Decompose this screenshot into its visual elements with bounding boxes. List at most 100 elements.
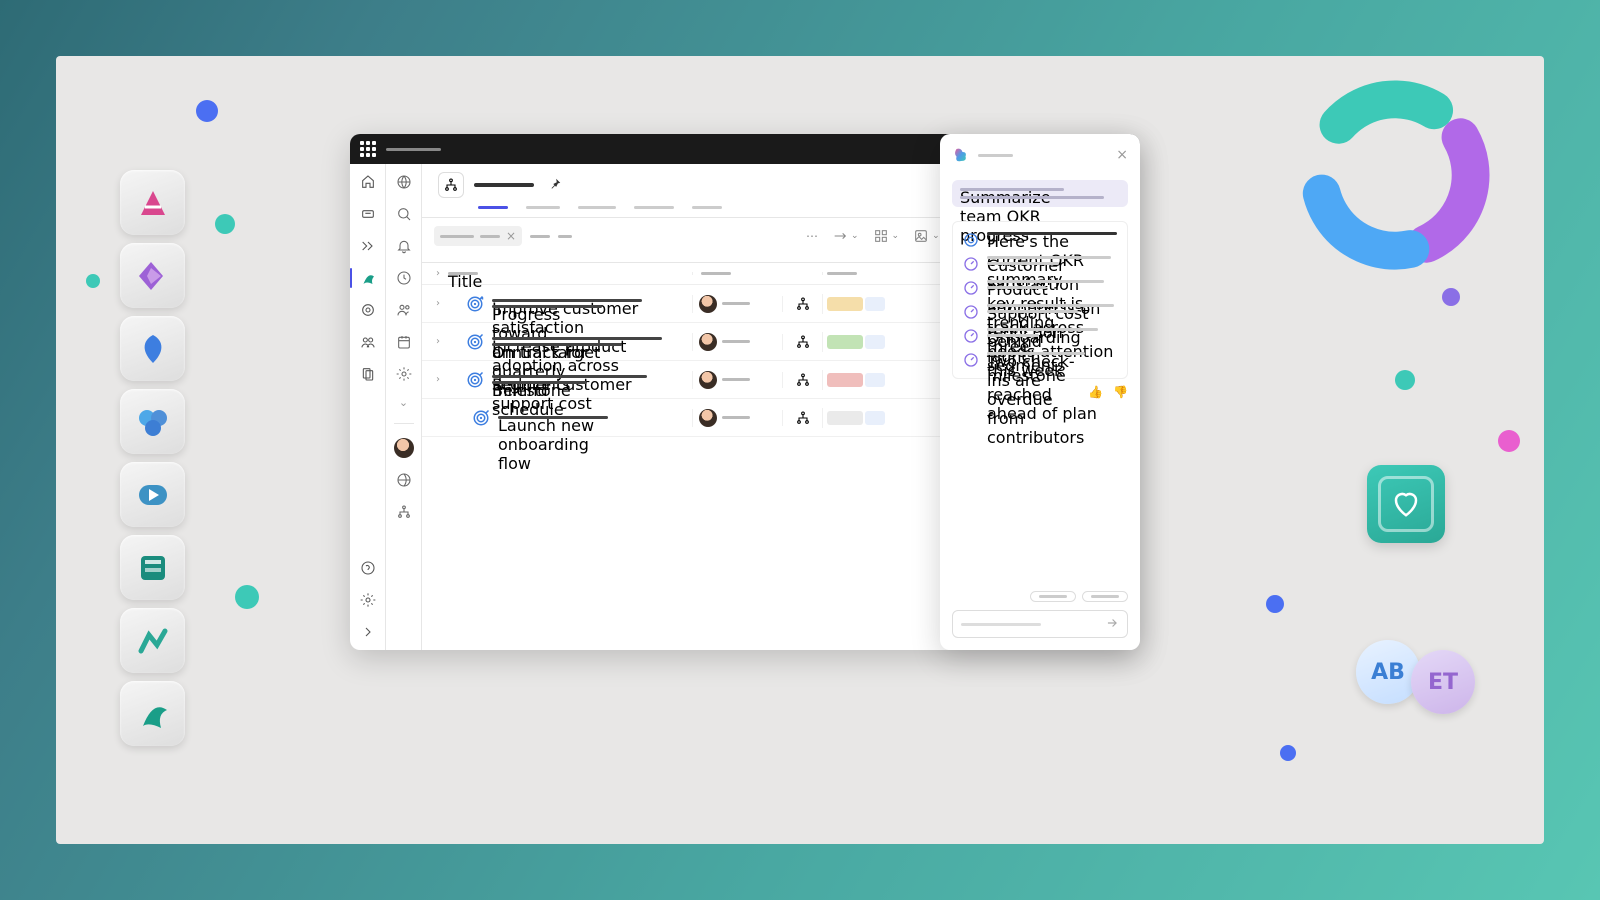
row-detail: On track for quarterly milestone [492, 343, 622, 346]
deco-dot [235, 585, 259, 609]
col-header-owner[interactable] [701, 272, 731, 275]
owner-avatar[interactable] [699, 333, 717, 351]
hierarchy-icon[interactable] [795, 372, 811, 388]
status-green[interactable] [827, 335, 863, 349]
owner-name [722, 302, 750, 305]
row-detail: Progress toward annual target [492, 305, 602, 308]
tab-updates[interactable] [526, 206, 560, 209]
gauge-icon [963, 328, 979, 344]
copilot-logo-icon [952, 146, 970, 164]
toolbar-label [558, 235, 572, 238]
hierarchy-icon[interactable] [795, 410, 811, 426]
secnav-calendar[interactable] [394, 332, 414, 352]
col-header-title[interactable]: Title [448, 272, 478, 275]
row-title: Increase product adoption across segment… [492, 337, 662, 340]
deco-dot [86, 274, 100, 288]
primary-nav [350, 164, 386, 650]
dock-app-access[interactable] [120, 170, 185, 235]
copilot-input[interactable] [952, 610, 1128, 638]
status-gray[interactable] [827, 411, 863, 425]
secnav-settings[interactable] [394, 364, 414, 384]
hierarchy-icon[interactable] [795, 334, 811, 350]
gauge-icon [963, 352, 979, 368]
status-yellow[interactable] [827, 297, 863, 311]
app-dock [120, 170, 186, 746]
tab-projects[interactable] [578, 206, 616, 209]
deco-dot [1498, 430, 1520, 452]
secnav-search[interactable] [394, 204, 414, 224]
dock-app-lists[interactable] [120, 535, 185, 600]
copilot-title: Copilot [978, 154, 1013, 157]
chevron-right-icon[interactable]: › [436, 298, 440, 309]
deco-dot [215, 214, 235, 234]
copilot-response-heading: Here's the current OKR summary [987, 232, 1117, 235]
tool-grid-icon[interactable]: ⌄ [873, 228, 900, 244]
dock-app-planner[interactable] [120, 608, 185, 673]
close-icon[interactable]: × [1116, 147, 1128, 163]
nav-goals[interactable] [358, 236, 378, 256]
copilot-suggestion-chip[interactable]: Explain [1030, 591, 1076, 602]
row-detail: Behind schedule [492, 381, 587, 384]
expand-all-icon[interactable]: › [436, 268, 440, 279]
secnav-activity[interactable] [394, 268, 414, 288]
nav-home[interactable] [358, 172, 378, 192]
nav-feed[interactable] [358, 204, 378, 224]
owner-avatar[interactable] [699, 295, 717, 313]
copilot-feedback: 👍 👎 [952, 385, 1128, 399]
nav-expand[interactable] [358, 622, 378, 642]
tool-more-icon[interactable]: ⋯ [806, 229, 818, 243]
nav-pulse[interactable] [358, 268, 378, 288]
thumbs-up-icon[interactable]: 👍 [1088, 385, 1103, 399]
secnav-avatar[interactable] [394, 438, 414, 458]
dock-app-vivagoals[interactable] [120, 681, 185, 746]
copilot-response-card: Here's the current OKR summary Customer … [952, 221, 1128, 379]
row-title: Improve customer satisfaction [492, 299, 642, 302]
dock-app-powerapps[interactable] [120, 243, 185, 308]
tool-expand-icon[interactable]: ⌄ [832, 228, 859, 244]
avatar-badge-ab: AB [1356, 640, 1420, 704]
chevron-right-icon[interactable]: › [436, 374, 440, 385]
status-red[interactable] [827, 373, 863, 387]
owner-name [722, 378, 750, 381]
dock-app-vivainsights[interactable] [120, 389, 185, 454]
dock-app-vivaengage[interactable] [120, 316, 185, 381]
filter-chip[interactable]: × [434, 226, 522, 246]
nav-files[interactable] [358, 364, 378, 384]
filter-remove-icon[interactable]: × [506, 229, 516, 243]
secnav-notifications[interactable] [394, 236, 414, 256]
thumbs-down-icon[interactable]: 👎 [1113, 385, 1128, 399]
chevron-right-icon[interactable]: › [436, 336, 440, 347]
secnav-org[interactable] [394, 172, 414, 192]
copilot-suggestion-chip[interactable]: Draft [1082, 591, 1128, 602]
owner-name [722, 340, 750, 343]
secnav-hierarchy[interactable] [394, 502, 414, 522]
deco-dot [1442, 288, 1460, 306]
deco-dot [1266, 595, 1284, 613]
gauge-icon [963, 256, 979, 272]
app-title: Viva Goals [386, 148, 441, 151]
secnav-teams[interactable] [394, 300, 414, 320]
dock-app-clipchamp[interactable] [120, 462, 185, 527]
col-header-status[interactable] [827, 272, 857, 275]
nav-help[interactable] [358, 558, 378, 578]
secondary-nav: ⌄ [386, 164, 422, 650]
app-launcher-icon[interactable] [360, 141, 376, 157]
nav-people[interactable] [358, 332, 378, 352]
nav-settings[interactable] [358, 590, 378, 610]
row-title: Launch new onboarding flow [498, 416, 608, 419]
secnav-more[interactable]: ⌄ [399, 396, 408, 409]
owner-avatar[interactable] [699, 409, 717, 427]
owner-avatar[interactable] [699, 371, 717, 389]
secnav-globe[interactable] [394, 470, 414, 490]
send-icon[interactable] [1105, 615, 1119, 634]
row-title: Reduce customer support cost [492, 375, 647, 378]
tab-dashboards[interactable] [634, 206, 674, 209]
tab-settings[interactable] [692, 206, 722, 209]
workspace-icon[interactable] [438, 172, 464, 198]
nav-projects[interactable] [358, 300, 378, 320]
owner-name [722, 416, 750, 419]
tab-okrs[interactable] [478, 206, 508, 209]
pin-icon[interactable] [548, 176, 562, 195]
hierarchy-icon[interactable] [795, 296, 811, 312]
tool-image-icon[interactable]: ⌄ [913, 228, 940, 244]
